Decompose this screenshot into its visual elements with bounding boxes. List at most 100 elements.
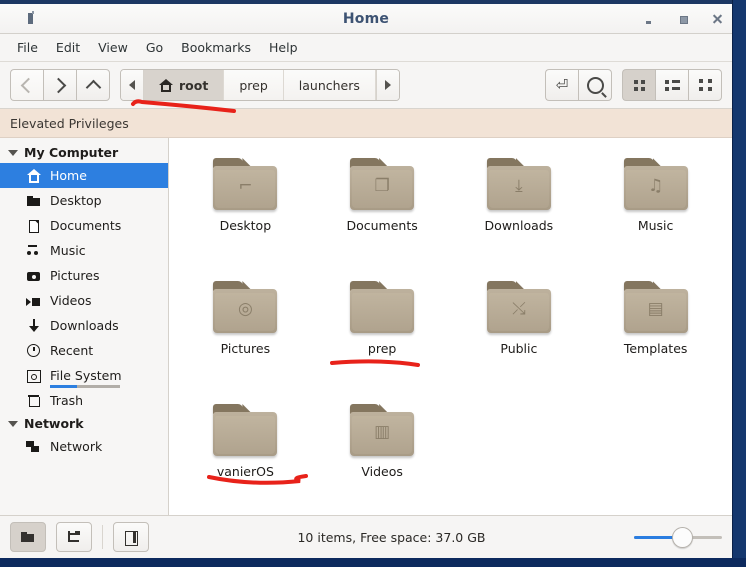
icon-view-button[interactable] bbox=[622, 69, 655, 101]
menu-bar: File Edit View Go Bookmarks Help bbox=[0, 34, 732, 62]
video-icon bbox=[26, 293, 42, 309]
compact-view-icon bbox=[698, 79, 712, 91]
folder-emblem: ⤓ bbox=[515, 176, 523, 196]
sidebar-item-label: Recent bbox=[50, 343, 94, 358]
sidebar: My Computer Home Desktop Documents Music bbox=[0, 138, 169, 515]
file-item-desktop[interactable]: ⌐ Desktop bbox=[177, 152, 314, 275]
sidebar-group-network[interactable]: Network bbox=[0, 413, 168, 434]
view-mode-buttons bbox=[622, 69, 722, 101]
menu-help[interactable]: Help bbox=[260, 36, 307, 59]
window-controls bbox=[642, 4, 724, 33]
back-button[interactable] bbox=[10, 69, 43, 101]
toggle-path-entry-button[interactable]: ⏎ bbox=[545, 69, 578, 101]
camera-icon bbox=[26, 268, 42, 284]
file-item-public[interactable]: ⤯ Public bbox=[451, 275, 588, 398]
folder-icon bbox=[350, 281, 415, 333]
path-entry-icon: ⏎ bbox=[555, 75, 569, 94]
status-bar: 10 items, Free space: 37.0 GB bbox=[0, 515, 732, 558]
file-item-vanieros[interactable]: vanierOS bbox=[177, 398, 314, 515]
forward-button[interactable] bbox=[43, 69, 76, 101]
file-item-label: vanierOS bbox=[216, 464, 274, 479]
home-icon bbox=[26, 168, 42, 184]
toggle-sidebar-button[interactable] bbox=[113, 522, 149, 552]
menu-view[interactable]: View bbox=[89, 36, 137, 59]
file-item-documents[interactable]: ❐ Documents bbox=[314, 152, 451, 275]
home-icon bbox=[159, 78, 173, 92]
sidebar-item-label: Home bbox=[50, 168, 87, 183]
sidebar-item-recent[interactable]: Recent bbox=[0, 338, 168, 363]
elevated-privileges-bar: Elevated Privileges bbox=[0, 109, 732, 138]
list-view-icon bbox=[665, 80, 680, 91]
minimize-button[interactable] bbox=[642, 12, 656, 26]
toolbar-actions: ⏎ bbox=[545, 69, 612, 101]
search-icon bbox=[586, 76, 604, 94]
sidebar-item-documents[interactable]: Documents bbox=[0, 213, 168, 238]
menu-bookmarks[interactable]: Bookmarks bbox=[172, 36, 260, 59]
download-arrow-icon bbox=[26, 318, 42, 334]
sidebar-item-label: File System bbox=[50, 368, 122, 383]
file-item-downloads[interactable]: ⤓ Downloads bbox=[451, 152, 588, 275]
zoom-slider-handle[interactable] bbox=[672, 527, 694, 548]
file-manager-window: Home File Edit View Go Bookmarks Help ro… bbox=[0, 0, 732, 558]
file-item-prep[interactable]: prep bbox=[314, 275, 451, 398]
places-view-button[interactable] bbox=[10, 522, 46, 552]
breadcrumb-scroll-right[interactable] bbox=[375, 70, 399, 100]
disk-icon bbox=[26, 368, 42, 384]
folder-emblem: ▥ bbox=[374, 422, 391, 442]
up-button[interactable] bbox=[76, 69, 110, 101]
app-icon bbox=[28, 11, 34, 24]
compact-view-button[interactable] bbox=[688, 69, 722, 101]
maximize-button[interactable] bbox=[676, 12, 690, 26]
breadcrumb-item-launchers[interactable]: launchers bbox=[283, 70, 376, 100]
sidebar-item-file-system[interactable]: File System bbox=[0, 363, 168, 388]
folder-emblem: ⤯ bbox=[512, 299, 526, 319]
clock-icon bbox=[26, 343, 42, 359]
file-item-videos[interactable]: ▥ Videos bbox=[314, 398, 451, 515]
network-icon bbox=[26, 439, 42, 455]
window-body: My Computer Home Desktop Documents Music bbox=[0, 138, 732, 515]
breadcrumb-scroll-left[interactable] bbox=[121, 70, 144, 100]
breadcrumb-item-prep[interactable]: prep bbox=[224, 70, 284, 100]
zoom-slider[interactable] bbox=[634, 526, 722, 548]
chevron-down-icon bbox=[8, 420, 18, 427]
sidebar-item-videos[interactable]: Videos bbox=[0, 288, 168, 313]
folder-desktop-icon: ⌐ bbox=[213, 158, 278, 210]
folder-videos-icon: ▥ bbox=[350, 404, 415, 456]
sidebar-group-my-computer[interactable]: My Computer bbox=[0, 142, 168, 163]
menu-file[interactable]: File bbox=[8, 36, 47, 59]
sidebar-item-label: Videos bbox=[50, 293, 92, 308]
sidebar-item-downloads[interactable]: Downloads bbox=[0, 313, 168, 338]
sidebar-item-network[interactable]: Network bbox=[0, 434, 168, 459]
folder-templates-icon: ▤ bbox=[623, 281, 688, 333]
close-button[interactable] bbox=[710, 12, 724, 26]
chevron-left-icon bbox=[20, 77, 37, 93]
sidebar-item-music[interactable]: Music bbox=[0, 238, 168, 263]
folder-emblem: ⌐ bbox=[238, 176, 253, 196]
breadcrumb-item-root[interactable]: root bbox=[144, 70, 225, 100]
menu-go[interactable]: Go bbox=[137, 36, 172, 59]
list-view-button[interactable] bbox=[655, 69, 688, 101]
sidebar-item-desktop[interactable]: Desktop bbox=[0, 188, 168, 213]
sidebar-item-trash[interactable]: Trash bbox=[0, 388, 168, 413]
places-icon bbox=[21, 531, 35, 543]
file-item-label: Downloads bbox=[484, 218, 554, 233]
file-item-music[interactable]: ♫ Music bbox=[587, 152, 724, 275]
file-item-label: Documents bbox=[346, 218, 418, 233]
sidebar-item-home[interactable]: Home bbox=[0, 163, 168, 188]
search-button[interactable] bbox=[578, 69, 612, 101]
menu-edit[interactable]: Edit bbox=[47, 36, 89, 59]
file-item-templates[interactable]: ▤ Templates bbox=[587, 275, 724, 398]
triangle-left-icon bbox=[129, 80, 135, 90]
folder-emblem: ◎ bbox=[237, 299, 253, 319]
file-list[interactable]: ⌐ Desktop ❐ Documents ⤓ Downloads ♫ Musi… bbox=[169, 138, 732, 515]
tree-view-button[interactable] bbox=[56, 522, 92, 552]
folder-icon bbox=[213, 404, 278, 456]
sidebar-item-pictures[interactable]: Pictures bbox=[0, 263, 168, 288]
chevron-up-icon bbox=[85, 79, 101, 95]
breadcrumb-item-label: prep bbox=[239, 77, 268, 93]
sidebar-group-label: My Computer bbox=[24, 145, 119, 160]
file-item-label: Pictures bbox=[220, 341, 271, 356]
file-item-pictures[interactable]: ◎ Pictures bbox=[177, 275, 314, 398]
toolbar: root prep launchers ⏎ bbox=[0, 62, 732, 109]
folder-documents-icon: ❐ bbox=[350, 158, 415, 210]
